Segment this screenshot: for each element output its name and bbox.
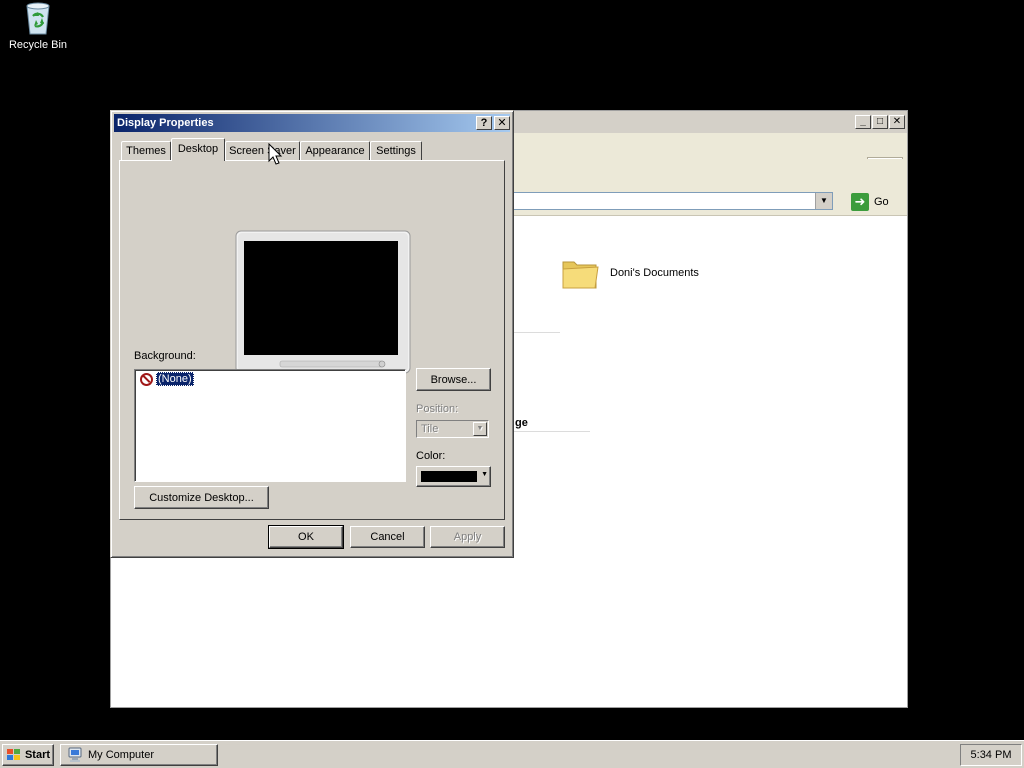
go-button[interactable]: ➜ Go: [851, 192, 901, 212]
recycle-bin-icon: [26, 2, 50, 35]
chevron-down-icon: ▼: [481, 471, 488, 478]
dialog-close-button[interactable]: ✕: [494, 116, 510, 130]
background-label: Background:: [134, 350, 196, 362]
windows-flag-icon: [6, 749, 20, 760]
tab-screen-saver[interactable]: Screen Saver: [225, 141, 300, 160]
folder-label: Doni's Documents: [610, 267, 699, 279]
color-label: Color:: [416, 450, 446, 462]
folder-icon: [562, 261, 599, 289]
taskbar-item-my-computer[interactable]: My Computer: [60, 744, 218, 766]
go-arrow-icon: ➜: [851, 193, 869, 211]
dialog-titlebar[interactable]: Display Properties ? ✕: [114, 114, 510, 132]
recycle-bin-desktop-icon[interactable]: Recycle Bin: [6, 2, 70, 51]
address-dropdown-button[interactable]: ▼: [815, 193, 832, 209]
none-icon: [140, 372, 153, 386]
apply-button[interactable]: Apply: [430, 526, 505, 548]
list-item[interactable]: (None): [140, 372, 194, 386]
recycle-bin-label: Recycle Bin: [8, 39, 68, 51]
browse-button[interactable]: Browse...: [416, 368, 491, 391]
color-swatch: [421, 471, 477, 482]
background-listbox[interactable]: (None): [134, 369, 406, 482]
cancel-button[interactable]: Cancel: [350, 526, 425, 548]
position-value: Tile: [421, 423, 439, 435]
tab-settings[interactable]: Settings: [370, 141, 422, 160]
help-button[interactable]: ?: [476, 116, 492, 130]
start-label: Start: [24, 749, 51, 761]
maximize-button[interactable]: □: [872, 115, 888, 129]
mouse-cursor-icon: [268, 143, 283, 165]
desktop-tab-panel: Background: (None) Browse... Position: T…: [119, 160, 505, 520]
go-label: Go: [874, 196, 889, 208]
section-heading: ge: [515, 417, 528, 429]
close-button[interactable]: ✕: [889, 115, 905, 129]
tab-appearance[interactable]: Appearance: [300, 141, 370, 160]
position-select[interactable]: Tile ▼: [416, 420, 489, 438]
tab-desktop[interactable]: Desktop: [171, 138, 225, 161]
divider: [514, 332, 560, 333]
system-tray-clock[interactable]: 5:34 PM: [960, 744, 1022, 766]
list-item-label: (None): [156, 372, 194, 386]
taskbar: Start My Computer 5:34 PM: [0, 740, 1024, 768]
ok-button[interactable]: OK: [268, 525, 344, 549]
dialog-title: Display Properties: [117, 117, 214, 129]
address-input[interactable]: ▼: [511, 192, 833, 210]
customize-desktop-button[interactable]: Customize Desktop...: [134, 486, 269, 509]
taskbar-item-label: My Computer: [88, 749, 155, 761]
chevron-down-icon: ▼: [473, 422, 487, 436]
minimize-button[interactable]: _: [855, 115, 871, 129]
folder-item[interactable]: Doni's Documents: [560, 254, 699, 292]
start-button[interactable]: Start: [2, 744, 54, 766]
monitor-preview-icon: [235, 230, 411, 389]
tab-themes[interactable]: Themes: [121, 141, 171, 160]
my-computer-icon: [68, 747, 82, 762]
color-picker-button[interactable]: ▼: [416, 466, 491, 487]
display-properties-dialog[interactable]: Display Properties ? ✕ Themes Desktop Sc…: [110, 110, 514, 558]
position-label: Position:: [416, 403, 459, 415]
divider: [514, 431, 590, 432]
